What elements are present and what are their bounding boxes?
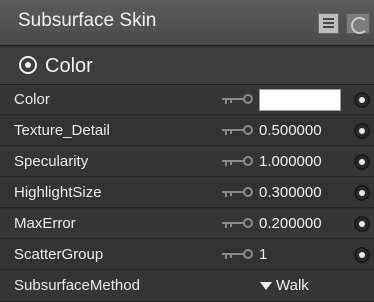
triangle-down-icon <box>260 282 272 291</box>
page-curl-icon[interactable] <box>346 13 370 34</box>
param-row-scatter-group[interactable]: ScatterGroup 1 <box>0 240 374 270</box>
param-name: HighlightSize <box>14 184 102 201</box>
expand-toggle-icon[interactable] <box>19 56 37 74</box>
param-name: Specularity <box>14 153 89 170</box>
key-connect-icon[interactable] <box>222 93 254 105</box>
key-connect-icon[interactable] <box>222 124 254 136</box>
dropdown-value: Walk <box>276 277 309 294</box>
key-connect-icon[interactable] <box>222 186 254 198</box>
shader-panel: Subsurface Skin Color Color Texture_Deta… <box>0 0 374 302</box>
param-value[interactable]: 0.300000 <box>259 184 322 201</box>
input-connector-icon[interactable] <box>354 185 370 201</box>
key-connect-icon[interactable] <box>222 217 254 229</box>
param-value[interactable]: 0.500000 <box>259 122 322 139</box>
color-swatch[interactable] <box>259 89 341 111</box>
param-value[interactable]: 0.200000 <box>259 215 322 232</box>
param-row-highlight-size[interactable]: HighlightSize 0.300000 <box>0 178 374 208</box>
param-value[interactable]: 1.000000 <box>259 153 322 170</box>
key-connect-icon[interactable] <box>222 248 254 260</box>
color-group-header[interactable]: Color <box>0 47 374 85</box>
param-value[interactable]: 1 <box>259 246 267 263</box>
panel-title: Subsurface Skin <box>18 10 157 31</box>
param-name: SubsurfaceMethod <box>14 277 140 294</box>
group-label: Color <box>45 55 93 77</box>
input-connector-icon[interactable] <box>354 154 370 170</box>
input-connector-icon[interactable] <box>354 92 370 108</box>
param-name: Color <box>14 91 50 108</box>
param-row-subsurface-method[interactable]: SubsurfaceMethod Walk <box>0 271 374 302</box>
list-icon[interactable] <box>318 13 339 34</box>
key-connect-icon[interactable] <box>222 155 254 167</box>
param-row-specularity[interactable]: Specularity 1.000000 <box>0 147 374 177</box>
input-connector-icon[interactable] <box>354 247 370 263</box>
param-name: ScatterGroup <box>14 246 104 263</box>
input-connector-icon[interactable] <box>354 216 370 232</box>
input-connector-icon[interactable] <box>354 123 370 139</box>
param-row-color[interactable]: Color <box>0 85 374 115</box>
panel-header: Subsurface Skin <box>0 0 374 46</box>
param-name: MaxError <box>14 215 76 232</box>
param-row-max-error[interactable]: MaxError 0.200000 <box>0 209 374 239</box>
param-row-texture-detail[interactable]: Texture_Detail 0.500000 <box>0 116 374 146</box>
method-dropdown[interactable]: Walk <box>260 277 309 294</box>
param-name: Texture_Detail <box>14 122 110 139</box>
